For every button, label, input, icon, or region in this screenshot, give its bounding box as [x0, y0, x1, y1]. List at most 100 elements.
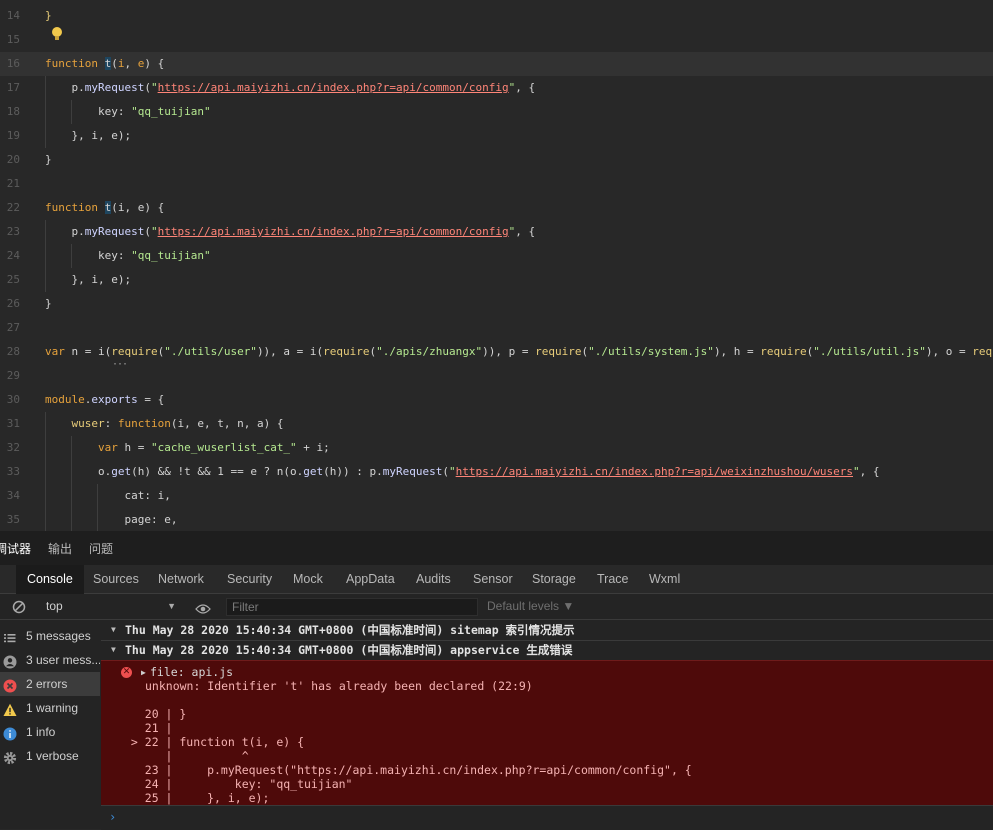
- tab-network[interactable]: Network: [147, 565, 215, 594]
- error-icon: [3, 677, 17, 693]
- code-line[interactable]: 35 page: e,: [0, 508, 993, 531]
- code-frame-line: 25 | }, i, e);: [124, 791, 270, 805]
- line-number: 30: [6, 393, 20, 406]
- line-number: 20: [6, 153, 20, 166]
- list-icon: [3, 629, 17, 643]
- tab-output[interactable]: 输出: [48, 531, 72, 568]
- sidebar-item-verbose[interactable]: 1 verbose: [0, 744, 100, 768]
- log-group-sitemap[interactable]: ▼ Thu May 28 2020 15:40:34 GMT+0800 (中国标…: [101, 620, 993, 641]
- tab-storage[interactable]: Storage: [521, 565, 587, 594]
- sidebar-item-user-messages[interactable]: 3 user mess...: [0, 648, 100, 672]
- filter-input[interactable]: [226, 598, 478, 616]
- code-line[interactable]: 14 }: [0, 4, 993, 28]
- indent-guide: [97, 484, 98, 531]
- code-line[interactable]: 15: [0, 28, 993, 52]
- code-line[interactable]: 18 key: "qq_tuijian": [0, 100, 993, 124]
- tab-appdata[interactable]: AppData: [335, 565, 406, 594]
- panel-tab-bar: 调试器 输出 问题: [0, 531, 993, 566]
- code-line[interactable]: 27: [0, 316, 993, 340]
- code-frame-line: | ^: [124, 749, 249, 763]
- code-text: function t(i, e) {: [45, 57, 165, 70]
- code-line[interactable]: 17 p.myRequest("https://api.maiyizhi.cn/…: [0, 76, 993, 100]
- line-number: 33: [6, 465, 20, 478]
- indent-guide: [45, 220, 46, 292]
- code-editor[interactable]: 14 } 15 16 function t(i, e) { 17 p.myReq…: [0, 0, 993, 531]
- code-text: o.get(h) && !t && 1 == e ? n(o.get(h)) :…: [45, 465, 880, 478]
- line-number: 32: [6, 441, 20, 454]
- code-text: }: [45, 297, 52, 310]
- code-frame-line: 21 |: [124, 721, 173, 735]
- tab-mock[interactable]: Mock: [282, 565, 334, 594]
- user-icon: [3, 653, 17, 669]
- sidebar-item-label: 1 verbose: [26, 749, 79, 763]
- console-toolbar: top ▼ Default levels ▼: [0, 594, 993, 620]
- code-text: cat: i,: [45, 489, 171, 502]
- code-line[interactable]: 29: [0, 364, 993, 388]
- code-line-active[interactable]: 16 function t(i, e) {: [0, 52, 993, 76]
- sidebar-item-label: 1 warning: [26, 701, 79, 715]
- code-line[interactable]: 22 function t(i, e) {: [0, 196, 993, 220]
- tab-problems[interactable]: 问题: [89, 531, 113, 568]
- error-file: file: api.js: [150, 665, 234, 679]
- code-line[interactable]: 23 p.myRequest("https://api.maiyizhi.cn/…: [0, 220, 993, 244]
- context-value: top: [46, 599, 63, 613]
- tab-console[interactable]: Console: [16, 565, 84, 594]
- log-group-appservice[interactable]: ▼ Thu May 28 2020 15:40:34 GMT+0800 (中国标…: [101, 640, 993, 661]
- code-line[interactable]: 26 }: [0, 292, 993, 316]
- line-number: 16: [6, 57, 20, 70]
- console-log: ▼ Thu May 28 2020 15:40:34 GMT+0800 (中国标…: [101, 620, 993, 829]
- code-line[interactable]: 30 module.exports = {: [0, 388, 993, 412]
- sidebar-item-errors[interactable]: 2 errors: [0, 672, 100, 696]
- code-line[interactable]: 32 var h = "cache_wuserlist_cat_" + i;: [0, 436, 993, 460]
- code-text: }: [45, 153, 52, 166]
- context-select[interactable]: top ▼: [38, 596, 180, 616]
- sidebar-item-info[interactable]: 1 info: [0, 720, 100, 744]
- line-number: 35: [6, 513, 20, 526]
- code-line[interactable]: 21: [0, 172, 993, 196]
- eye-icon[interactable]: [195, 600, 211, 614]
- prompt-glyph: ›: [109, 810, 117, 824]
- console-input[interactable]: ›: [101, 805, 993, 830]
- tab-trace[interactable]: Trace: [586, 565, 640, 594]
- lightbulb-icon[interactable]: [52, 27, 62, 41]
- tab-security[interactable]: Security: [216, 565, 283, 594]
- log-levels-select[interactable]: Default levels ▼: [487, 596, 574, 616]
- line-number: 15: [6, 33, 20, 46]
- code-line[interactable]: 20 }: [0, 148, 993, 172]
- line-number: 19: [6, 129, 20, 142]
- expand-triangle-icon[interactable]: ▼: [111, 620, 116, 640]
- sidebar-item-label: 3 user mess...: [26, 653, 100, 667]
- code-line[interactable]: 31 wuser: function(i, e, t, n, a) {: [0, 412, 993, 436]
- clear-console-icon[interactable]: [12, 599, 26, 614]
- chevron-down-icon: ▼: [167, 601, 176, 611]
- code-text: }: [45, 9, 52, 22]
- code-frame-line: > 22 | function t(i, e) {: [124, 735, 305, 749]
- line-number: 31: [6, 417, 20, 430]
- code-line[interactable]: 25 }, i, e);: [0, 268, 993, 292]
- tab-audits[interactable]: Audits: [405, 565, 462, 594]
- expand-triangle-icon[interactable]: ▼: [111, 640, 116, 660]
- code-text: key: "qq_tuijian": [45, 249, 211, 262]
- code-text: wuser: function(i, e, t, n, a) {: [71, 417, 284, 430]
- tab-wxml[interactable]: Wxml: [638, 565, 691, 594]
- code-line[interactable]: 33 o.get(h) && !t && 1 == e ? n(o.get(h)…: [0, 460, 993, 484]
- line-number: 23: [6, 225, 20, 238]
- error-message: ✕ ▶ file: api.js unknown: Identifier 't'…: [101, 660, 993, 807]
- code-line[interactable]: 34 cat: i,: [0, 484, 993, 508]
- error-text: unknown: Identifier 't' has already been…: [145, 679, 533, 693]
- code-frame-line: 24 | key: "qq_tuijian": [124, 777, 353, 791]
- code-text: p.myRequest("https://api.maiyizhi.cn/ind…: [45, 225, 536, 238]
- sidebar-item-messages[interactable]: 5 messages: [0, 624, 100, 648]
- code-line[interactable]: 28 var n = i(require("./utils/user")), a…: [0, 340, 993, 364]
- code-line[interactable]: 19 }, i, e);: [0, 124, 993, 148]
- tab-debugger[interactable]: 调试器: [0, 531, 31, 568]
- code-text: key: "qq_tuijian": [45, 105, 211, 118]
- tab-sources[interactable]: Sources: [82, 565, 150, 594]
- error-icon: ✕: [121, 667, 132, 678]
- sidebar-item-warnings[interactable]: 1 warning: [0, 696, 100, 720]
- code-line[interactable]: 24 key: "qq_tuijian": [0, 244, 993, 268]
- expand-triangle-icon[interactable]: ▶: [141, 668, 146, 677]
- line-number: 18: [6, 105, 20, 118]
- tab-sensor[interactable]: Sensor: [462, 565, 524, 594]
- indent-guide: [45, 76, 46, 148]
